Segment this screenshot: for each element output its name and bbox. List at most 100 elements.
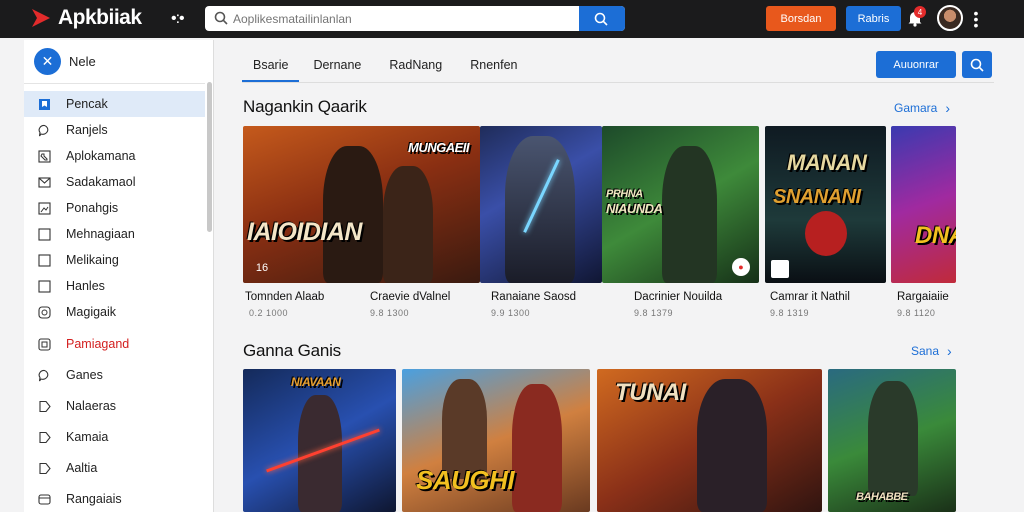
search-button[interactable] [579,6,625,31]
card-art-title: DNA [915,222,956,249]
square-icon [38,227,51,241]
bookmark-icon [39,98,50,110]
featured-card-1[interactable]: MUNGAEII IAIOIDIAN 16 [243,126,480,283]
see-more-label: Sana [911,344,940,358]
sidebar-item-kamaia[interactable]: Kamaia [24,424,205,450]
sidebar-item-aplokamana[interactable]: Aplokamana [24,143,205,169]
sidebar: ✕ Nele Pencak Ranjels Aplokamana Sadakam… [24,40,214,512]
more-options-icon[interactable]: • • • [973,6,979,32]
game-name[interactable]: Rargaiaiie [897,291,957,303]
game-meta: 9.9 1300 [491,308,531,318]
card-art-title: SAUGHI [416,465,515,495]
card-corner-badge: ● [732,258,750,276]
game-name[interactable]: Dacrinier Nouilda [634,291,722,303]
game-meta: 9.8 1379 [634,308,674,318]
featured-card-2[interactable] [480,126,602,283]
search-button-main[interactable] [962,51,992,78]
sidebar-list: Pencak Ranjels Aplokamana Sadakamaol Pon… [24,91,205,512]
card-art-title: SNANANI [773,186,861,208]
sidebar-item-hanles[interactable]: Hanles [24,273,205,299]
sidebar-item-sadakamaol[interactable]: Sadakamaol [24,169,205,195]
search-icon [594,12,608,26]
search-icon [214,11,228,25]
primary-action-button[interactable]: Auuonrar [876,51,956,78]
card-art-title: BAHABBE [856,491,908,503]
tab-divider [242,82,994,83]
card-corner-badge: 16 [255,262,269,274]
tag-icon [39,431,51,443]
card-art-title: NIAUNDA [606,201,663,216]
search-icon [970,58,984,72]
card-art-title: NIAVAAN [291,375,341,389]
game-name[interactable]: Craevie dValnel [370,291,450,303]
calendar-icon [38,337,51,351]
card-art-title: TUNAI [615,379,686,406]
tag-icon [39,400,51,412]
blue-action-button[interactable]: Rabris [846,6,901,31]
featured-card-3[interactable]: PRHNA NIAUNDA ● [602,126,759,283]
brand-logo[interactable]: Apkbiiak [30,6,142,30]
game-meta: 9.8 1120 [897,308,936,318]
tab-bsarie[interactable]: Bsarie [242,52,300,82]
sidebar-item-ranjels[interactable]: Ranjels [24,117,205,143]
orange-action-button[interactable]: Borsdan [766,6,836,31]
game-card-1[interactable]: NIAVAAN [243,369,396,512]
sidebar-title: Nele [69,54,96,69]
avatar[interactable] [937,5,963,31]
sidebar-item-melikaing[interactable]: Melikaing [24,247,205,273]
square-icon [38,253,51,267]
chat-bubble-icon [38,369,49,381]
game-name[interactable]: Tomnden Alaab [245,291,324,303]
game-card-4[interactable]: BAHABBE [828,369,956,512]
top-bar: Apkbiiak •:• Borsdan Rabris 4 ••• [0,0,1024,38]
card-corner-badge [771,260,789,278]
tab-radnang[interactable]: RadNang [375,52,456,82]
featured-card-5[interactable]: DNA [891,126,956,283]
sidebar-item-ponahgis[interactable]: Ponahgis [24,195,205,221]
game-meta: 0.2 1000 [249,308,289,318]
sidebar-item-nalaeras[interactable]: Nalaeras [24,393,205,419]
notification-badge: 4 [914,6,926,18]
game-name[interactable]: Camrar it Nathil [770,291,850,303]
chat-bubble-icon [38,124,49,136]
apps-menu-icon[interactable]: •:• [171,11,185,27]
game-name[interactable]: Ranaiane Saosd [491,291,576,303]
tab-rnenfen[interactable]: Rnenfen [456,52,528,82]
play-logo-icon [32,9,50,27]
phone-icon [38,149,51,163]
sidebar-item-aaltia[interactable]: Aaltia [24,455,205,481]
featured-card-4[interactable]: MANAN SNANANI [765,126,886,283]
folder-icon [38,493,51,505]
game-meta: 9.8 1319 [770,308,810,318]
chevron-right-icon: › [947,343,952,359]
sidebar-header: ✕ Nele [24,40,205,84]
square-icon [38,279,51,293]
card-art-title: PRHNA [606,188,643,200]
sidebar-item-mehnagiaan[interactable]: Mehnagiaan [24,221,205,247]
section-link-games[interactable]: Sana › [911,343,952,359]
card-art-title: MANAN [787,150,867,175]
section-link-featured[interactable]: Gamara › [894,100,950,116]
see-more-label: Gamara [894,101,938,115]
sidebar-scrollbar[interactable] [207,82,212,232]
game-card-3[interactable]: TUNAI [597,369,822,512]
search-bar [205,6,625,31]
game-card-2[interactable]: SAUGHI [402,369,590,512]
mail-icon [38,176,51,188]
sidebar-item-magigaik[interactable]: Magigaik [24,299,205,325]
brand-name: Apkbiiak [58,6,142,29]
sidebar-item-ganes[interactable]: Ganes [24,362,205,388]
sidebar-item-rangaiais[interactable]: Rangaiais [24,486,205,512]
tab-bar: Bsarie Dernane RadNang Rnenfen [242,52,528,82]
sidebar-item-pencak[interactable]: Pencak [24,91,205,117]
card-art-title: MUNGAEII [408,140,470,155]
sidebar-item-pamiagand[interactable]: Pamiagand [24,331,205,357]
tab-dernane[interactable]: Dernane [299,52,375,82]
image-icon [38,201,51,215]
refresh-icon [38,305,51,319]
search-input[interactable] [233,9,573,28]
section-title-featured: Nagankin Qaarik [243,97,367,116]
tag-icon [39,462,51,474]
section-title-games: Ganna Ganis [243,341,341,360]
close-icon[interactable]: ✕ [34,48,61,75]
